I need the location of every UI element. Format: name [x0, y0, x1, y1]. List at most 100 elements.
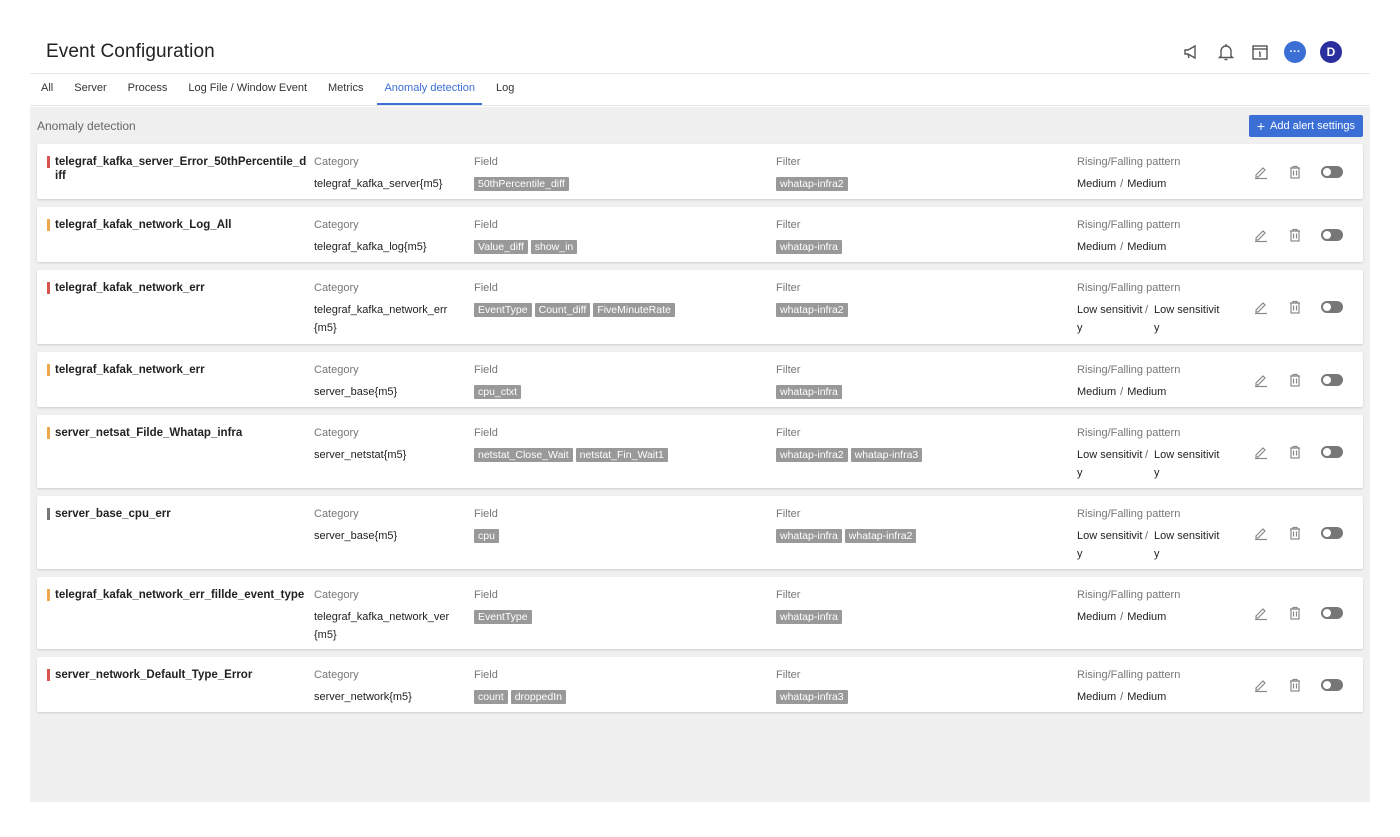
- enable-toggle[interactable]: [1321, 229, 1343, 241]
- section-title: Anomaly detection: [37, 119, 136, 133]
- filter-tags: whatap-infra: [776, 383, 1066, 401]
- filter-tag: whatap-infra: [776, 240, 842, 254]
- falling-value: Medium: [1127, 611, 1167, 623]
- trash-icon[interactable]: [1287, 605, 1303, 621]
- megaphone-icon[interactable]: [1182, 42, 1202, 62]
- category-value: telegraf_kafka_network_err{m5}: [314, 304, 448, 334]
- rule-actions: [1253, 525, 1343, 541]
- enable-toggle[interactable]: [1321, 527, 1343, 539]
- pattern-separator: /: [1120, 611, 1124, 623]
- field-label: Field: [474, 427, 498, 439]
- pattern-label: Rising/Falling pattern: [1077, 364, 1181, 376]
- avatar[interactable]: D: [1320, 40, 1342, 63]
- category-label: Category: [314, 156, 359, 168]
- tab-metrics[interactable]: Metrics: [321, 82, 370, 105]
- trash-icon[interactable]: [1287, 525, 1303, 541]
- pattern-value: Medium / Medium: [1077, 238, 1237, 256]
- toggle-knob: [1323, 681, 1331, 689]
- rule-name: telegraf_kafka_server_Error_50thPercenti…: [47, 155, 309, 183]
- filter-label: Filter: [776, 156, 801, 168]
- edit-icon[interactable]: [1253, 299, 1269, 315]
- filter-column: Filter whatap-infra: [776, 218, 1066, 256]
- rule-actions: [1253, 164, 1343, 180]
- chat-icon[interactable]: ···: [1284, 40, 1306, 63]
- toggle-knob: [1323, 168, 1331, 176]
- severity-indicator: [47, 427, 50, 439]
- rule-card: telegraf_kafak_network_err Category serv…: [37, 352, 1363, 407]
- trash-icon[interactable]: [1287, 164, 1303, 180]
- bell-icon[interactable]: [1216, 42, 1236, 62]
- rising-value: Low sensitivity: [1077, 449, 1143, 479]
- pattern-separator: /: [1145, 449, 1149, 461]
- edit-icon[interactable]: [1253, 525, 1269, 541]
- edit-icon[interactable]: [1253, 444, 1269, 460]
- rule-name-text: telegraf_kafka_server_Error_50thPercenti…: [55, 156, 307, 182]
- category-label: Category: [314, 669, 359, 681]
- toggle-knob: [1323, 376, 1331, 384]
- enable-toggle[interactable]: [1321, 374, 1343, 386]
- rule-name-text: telegraf_kafak_network_err: [55, 282, 205, 294]
- field-column: Field Value_diff show_in: [474, 218, 764, 256]
- edit-icon[interactable]: [1253, 605, 1269, 621]
- enable-toggle[interactable]: [1321, 166, 1343, 178]
- calendar-icon[interactable]: [1250, 42, 1270, 62]
- field-tag: FiveMinuteRate: [593, 303, 675, 317]
- edit-icon[interactable]: [1253, 164, 1269, 180]
- field-tag: show_in: [530, 240, 578, 254]
- severity-indicator: [47, 669, 50, 681]
- rule-name: server_base_cpu_err: [47, 507, 309, 521]
- filter-label: Filter: [776, 669, 801, 681]
- filter-column: Filter whatap-infra: [776, 588, 1066, 626]
- enable-toggle[interactable]: [1321, 679, 1343, 691]
- filter-column: Filter whatap-infra2: [776, 155, 1066, 193]
- toggle-knob: [1323, 303, 1331, 311]
- falling-value: Medium: [1127, 386, 1167, 398]
- field-tags: cpu: [474, 527, 764, 545]
- category-column: Category server_network{m5}: [314, 668, 459, 706]
- category-value: telegraf_kafka_network_ver{m5}: [314, 611, 450, 641]
- edit-icon[interactable]: [1253, 372, 1269, 388]
- category-column: Category server_base{m5}: [314, 363, 459, 401]
- field-column: Field 50thPercentile_diff: [474, 155, 764, 193]
- pattern-separator: /: [1145, 530, 1149, 542]
- rule-actions: [1253, 444, 1343, 460]
- rule-card: telegraf_kafak_network_err Category tele…: [37, 270, 1363, 344]
- trash-icon[interactable]: [1287, 299, 1303, 315]
- rule-name: server_netsat_Filde_Whatap_infra: [47, 426, 309, 440]
- pattern-separator: /: [1120, 691, 1124, 703]
- tab-anomaly-detection[interactable]: Anomaly detection: [377, 82, 482, 105]
- tab-server[interactable]: Server: [67, 82, 113, 105]
- tab-process[interactable]: Process: [121, 82, 175, 105]
- field-label: Field: [474, 219, 498, 231]
- filter-tags: whatap-infra3: [776, 688, 1066, 706]
- category-label: Category: [314, 364, 359, 376]
- field-tags: 50thPercentile_diff: [474, 175, 764, 193]
- toggle-knob: [1323, 529, 1331, 537]
- trash-icon[interactable]: [1287, 372, 1303, 388]
- pattern-value: Medium / Medium: [1077, 608, 1237, 626]
- trash-icon[interactable]: [1287, 227, 1303, 243]
- field-label: Field: [474, 156, 498, 168]
- filter-tag: whatap-infra: [776, 385, 842, 399]
- enable-toggle[interactable]: [1321, 446, 1343, 458]
- trash-icon[interactable]: [1287, 444, 1303, 460]
- filter-column: Filter whatap-infra2: [776, 281, 1066, 319]
- edit-icon[interactable]: [1253, 677, 1269, 693]
- rule-actions: [1253, 605, 1343, 621]
- rising-value: Medium: [1077, 241, 1117, 253]
- tab-all[interactable]: All: [34, 82, 60, 105]
- tab-log-file-window-event[interactable]: Log File / Window Event: [181, 82, 314, 105]
- trash-icon[interactable]: [1287, 677, 1303, 693]
- field-tag: netstat_Close_Wait: [474, 448, 573, 462]
- enable-toggle[interactable]: [1321, 301, 1343, 313]
- tab-log[interactable]: Log: [489, 82, 521, 105]
- field-column: Field cpu: [474, 507, 764, 545]
- edit-icon[interactable]: [1253, 227, 1269, 243]
- add-alert-settings-button[interactable]: + Add alert settings: [1248, 115, 1363, 137]
- pattern-column: Rising/Falling pattern Medium / Medium: [1077, 363, 1237, 401]
- field-column: Field EventType: [474, 588, 764, 626]
- falling-value: Low sensitivity: [1154, 304, 1220, 334]
- pattern-separator: /: [1145, 304, 1149, 316]
- enable-toggle[interactable]: [1321, 607, 1343, 619]
- filter-tag: whatap-infra2: [844, 529, 917, 543]
